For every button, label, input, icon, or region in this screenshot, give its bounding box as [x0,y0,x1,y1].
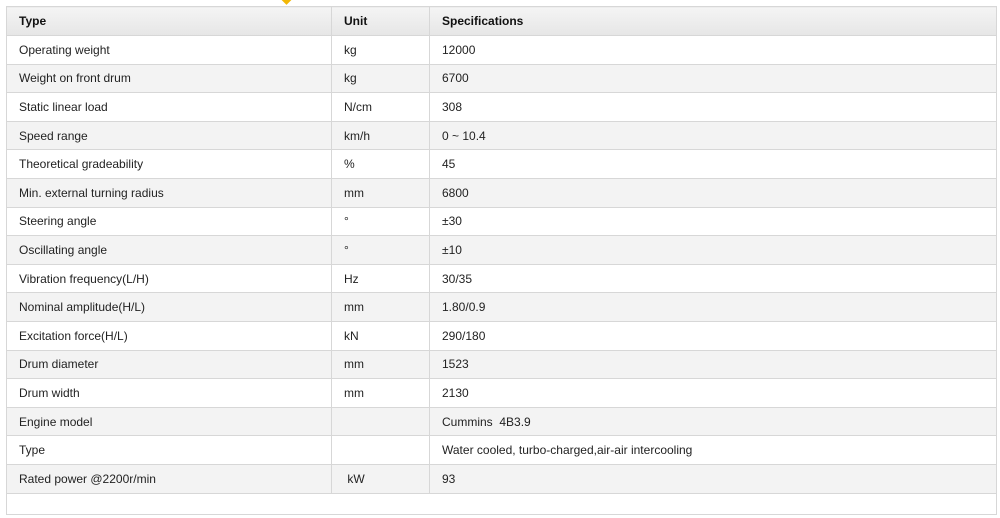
table-row: Steering angle ° ±30 [6,206,997,237]
row-type: Rated power @2200r/min [6,463,332,494]
row-type: Min. external turning radius [6,177,332,208]
header-unit: Unit [331,6,430,36]
row-spec: 2130 [429,378,997,408]
row-spec: 30/35 [429,263,997,294]
table-row: Min. external turning radius mm 6800 [6,177,997,208]
row-unit: kN [331,320,430,351]
row-unit [331,435,430,465]
row-type: Drum width [6,378,332,408]
row-spec: Water cooled, turbo-charged,air-air inte… [429,435,997,465]
row-type: Operating weight [6,35,332,65]
row-spec: ±30 [429,206,997,237]
row-unit: mm [331,378,430,408]
row-type: Steering angle [6,206,332,237]
row-spec: 93 [429,463,997,494]
row-unit: kg [331,35,430,65]
table-row: Static linear load N/cm 308 [6,92,997,122]
row-type: Static linear load [6,92,332,122]
row-unit: mm [331,349,430,380]
row-unit [331,406,430,437]
row-unit: ° [331,206,430,237]
row-unit: ° [331,235,430,265]
row-unit: N/cm [331,92,430,122]
table-footer-spacer [6,492,997,515]
row-type: Vibration frequency(L/H) [6,263,332,294]
row-unit: % [331,149,430,179]
table-row: Rated power @2200r/min kW 93 [6,463,997,494]
row-spec: 290/180 [429,320,997,351]
row-spec: 12000 [429,35,997,65]
row-spec: 1523 [429,349,997,380]
table-row: Vibration frequency(L/H) Hz 30/35 [6,263,997,294]
row-spec: 6700 [429,63,997,94]
row-spec: Cummins 4B3.9 [429,406,997,437]
row-spec: 45 [429,149,997,179]
row-type: Type [6,435,332,465]
header-type: Type [6,6,332,36]
table-row: Speed range km/h 0 ~ 10.4 [6,120,997,151]
table-row: Drum diameter mm 1523 [6,349,997,380]
row-unit: mm [331,177,430,208]
tab-indicator-marker [280,0,293,5]
row-spec: ±10 [429,235,997,265]
header-specifications: Specifications [429,6,997,36]
table-row: Weight on front drum kg 6700 [6,63,997,94]
row-spec: 308 [429,92,997,122]
row-type: Oscillating angle [6,235,332,265]
row-type: Excitation force(H/L) [6,320,332,351]
specifications-table: Type Unit Specifications Operating weigh… [6,6,997,515]
empty-cell [6,492,997,515]
row-unit: kW [331,463,430,494]
row-spec: 6800 [429,177,997,208]
row-spec: 1.80/0.9 [429,292,997,322]
row-spec: 0 ~ 10.4 [429,120,997,151]
row-type: Nominal amplitude(H/L) [6,292,332,322]
table-row: Engine model Cummins 4B3.9 [6,406,997,437]
table-header-row: Type Unit Specifications [6,6,997,36]
table-row: Oscillating angle ° ±10 [6,235,997,265]
row-unit: Hz [331,263,430,294]
table-row: Drum width mm 2130 [6,378,997,408]
row-type: Speed range [6,120,332,151]
row-type: Drum diameter [6,349,332,380]
table-row: Operating weight kg 12000 [6,35,997,65]
table-row: Nominal amplitude(H/L) mm 1.80/0.9 [6,292,997,322]
table-row: Excitation force(H/L) kN 290/180 [6,320,997,351]
row-type: Weight on front drum [6,63,332,94]
table-row: Theoretical gradeability % 45 [6,149,997,179]
row-type: Engine model [6,406,332,437]
row-type: Theoretical gradeability [6,149,332,179]
row-unit: kg [331,63,430,94]
table-row: Type Water cooled, turbo-charged,air-air… [6,435,997,465]
row-unit: km/h [331,120,430,151]
row-unit: mm [331,292,430,322]
